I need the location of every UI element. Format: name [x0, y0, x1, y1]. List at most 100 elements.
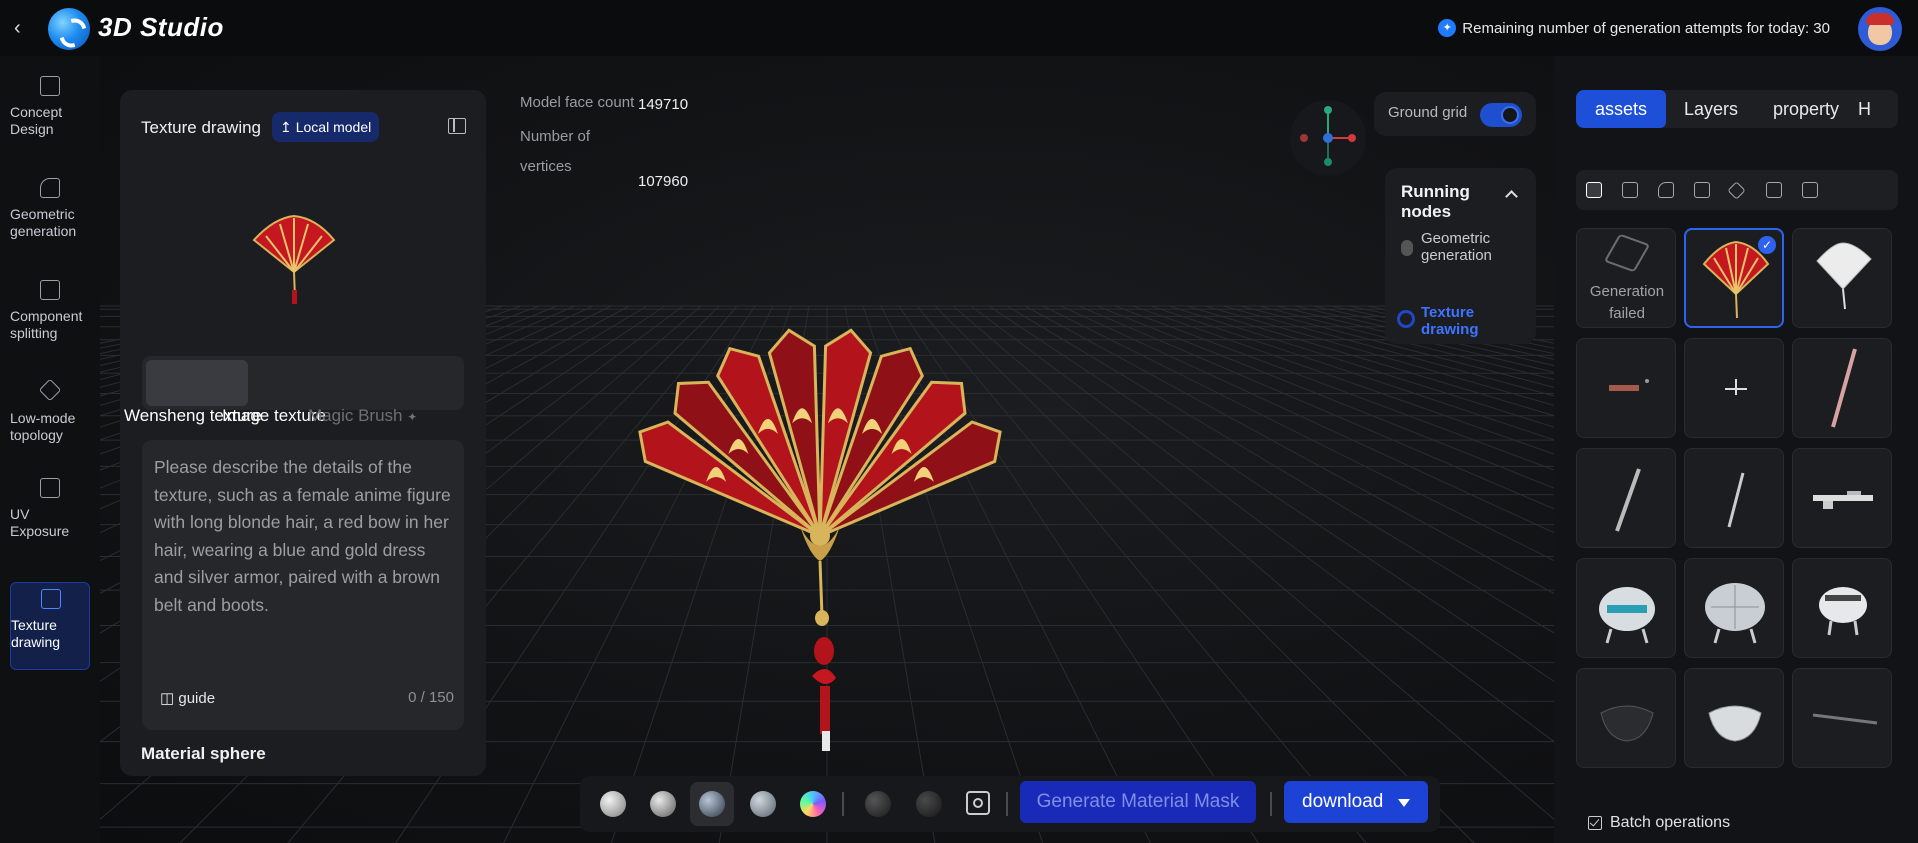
asset-tile-blade-pink[interactable] [1792, 338, 1892, 438]
ground-grid-toggle[interactable] [1480, 103, 1522, 127]
texture-prompt-input[interactable]: Please describe the details of the textu… [142, 440, 464, 730]
vertices-label: Number of vertices [520, 128, 591, 175]
sphere-matcap-icon[interactable] [699, 791, 725, 817]
texture-icon[interactable] [1802, 182, 1818, 198]
sparkle-icon: ✦ [407, 410, 418, 424]
left-nav: Concept Design Geometric generation Comp… [0, 56, 100, 843]
upload-icon: ↥ [280, 119, 292, 135]
asset-thumbnail [1708, 705, 1762, 742]
node-geometric-generation: Geometric generation [1421, 230, 1492, 264]
image-edit-icon[interactable] [1622, 182, 1638, 198]
asset-thumbnail [1609, 379, 1649, 391]
tab-magic-brush[interactable]: Magic Brush ✦ [308, 406, 417, 426]
sphere-normal-icon[interactable] [800, 791, 826, 817]
asset-thumbnail [1725, 379, 1747, 395]
asset-tile-drone-b[interactable] [1684, 558, 1784, 658]
asset-tile-mask-light[interactable] [1684, 668, 1784, 768]
right-panel: assets Layers property H Generation fail… [1554, 56, 1918, 843]
nav-item-label: UV Exposure [10, 506, 70, 539]
asset-tile-failed[interactable]: Generation failed [1576, 228, 1676, 328]
generate-material-mask-button[interactable]: Generate Material Mask [1020, 781, 1256, 823]
nav-item-low-mode-topology[interactable]: Low-mode topology [10, 376, 90, 464]
nav-item-geometric-generation[interactable]: Geometric generation [10, 172, 90, 260]
sparkle-icon: ✦ [1438, 19, 1457, 37]
shapes-icon [40, 178, 60, 198]
asset-tile-rifle[interactable] [1792, 448, 1892, 548]
checkbox-icon [1588, 816, 1602, 830]
asset-thumbnail [1831, 348, 1857, 428]
nav-item-label: Component splitting [10, 308, 83, 341]
face-count-value: 149710 [638, 96, 689, 113]
ground-grid-label: Ground grid [1388, 104, 1468, 121]
asset-tile-drone-a[interactable] [1576, 558, 1676, 658]
sphere-metal-icon[interactable] [750, 791, 776, 817]
vertices-value: 107960 [638, 173, 689, 190]
asset-thumbnail [1599, 587, 1655, 644]
tab-h[interactable]: H [1858, 90, 1888, 128]
running-nodes-panel: Running nodes Geometric generation Textu… [1385, 168, 1536, 344]
app-title: 3D Studio [98, 12, 224, 42]
nav-item-component-splitting[interactable]: Component splitting [10, 274, 90, 362]
cube-broken-icon [1603, 233, 1651, 273]
grid-all-icon[interactable] [1586, 182, 1602, 198]
local-model-button[interactable]: ↥ Local model [272, 112, 380, 142]
uv-icon[interactable] [1766, 182, 1782, 198]
asset-tile-white-fan[interactable] [1792, 228, 1892, 328]
sphere-black-icon[interactable] [916, 791, 942, 817]
tab-property[interactable]: property [1756, 90, 1856, 128]
asset-tile-blade[interactable] [1576, 448, 1676, 548]
asset-tile-drone-c[interactable] [1792, 558, 1892, 658]
asset-tile-knife[interactable] [1792, 668, 1892, 768]
asset-tile-mask-dark[interactable] [1576, 668, 1676, 768]
bottom-toolbar: Generate Material Mask download [580, 776, 1440, 832]
local-model-label: Local model [295, 119, 372, 135]
avatar[interactable] [1858, 7, 1902, 51]
face-count-label: Model face count [520, 94, 635, 111]
axis-gizmo-icon[interactable] [1290, 100, 1366, 176]
nav-item-texture-drawing[interactable]: Texture drawing [10, 582, 90, 670]
check-icon: ✓ [1758, 236, 1776, 254]
divider [1270, 792, 1272, 816]
topology-icon[interactable] [1727, 181, 1746, 200]
asset-thumbnail [1816, 242, 1872, 310]
texture-icon [41, 589, 61, 609]
node-running-icon [1397, 310, 1415, 328]
tab-assets[interactable]: assets [1576, 90, 1666, 128]
texture-mode-tabs [142, 356, 464, 410]
right-tabs: assets Layers property H [1576, 90, 1898, 128]
sidebar-toggle-icon[interactable] [448, 118, 466, 134]
model-thumbnail [252, 214, 336, 304]
batch-operations[interactable]: Batch operations [1588, 814, 1730, 832]
nav-item-concept-design[interactable]: Concept Design [10, 70, 90, 158]
batch-operations-label: Batch operations [1610, 814, 1731, 831]
sphere-dark-icon[interactable] [865, 791, 891, 817]
remaining-attempts-text: Remaining number of generation attempts … [1462, 19, 1830, 37]
sphere-gray-icon[interactable] [650, 791, 676, 817]
back-arrow-icon[interactable]: ‹ [14, 16, 36, 40]
asset-tile-fan[interactable]: ✓ [1684, 228, 1784, 328]
screenshot-icon[interactable] [966, 791, 990, 815]
asset-filter-bar [1576, 170, 1898, 210]
shapes-icon[interactable] [1658, 182, 1674, 198]
tab-wensheng-texture[interactable] [146, 360, 248, 406]
node-texture-drawing: Texture drawing [1421, 304, 1479, 338]
tab-layers[interactable]: Layers [1668, 90, 1754, 128]
download-button[interactable]: download [1284, 781, 1428, 823]
download-label: download [1302, 791, 1384, 812]
asset-tile-blade-thin[interactable] [1684, 448, 1784, 548]
nav-item-uv-exposure[interactable]: UV Exposure [10, 472, 90, 560]
caret-down-icon [1398, 799, 1410, 807]
nav-item-label: Concept Design [10, 104, 63, 137]
ground-grid-control: Ground grid [1374, 92, 1536, 136]
image-edit-icon [40, 76, 60, 96]
asset-thumbnail [1705, 583, 1765, 644]
sphere-white-icon[interactable] [600, 791, 626, 817]
guide-link[interactable]: ◫ guide [160, 689, 215, 707]
divider [1006, 792, 1008, 816]
asset-tile-cross[interactable] [1684, 338, 1784, 438]
panel-title: Texture drawing [141, 118, 262, 137]
split-icon[interactable] [1694, 182, 1710, 198]
char-counter: 0 / 150 [408, 689, 454, 706]
asset-tile-small-object[interactable] [1576, 338, 1676, 438]
chevron-up-icon[interactable] [1505, 190, 1518, 203]
